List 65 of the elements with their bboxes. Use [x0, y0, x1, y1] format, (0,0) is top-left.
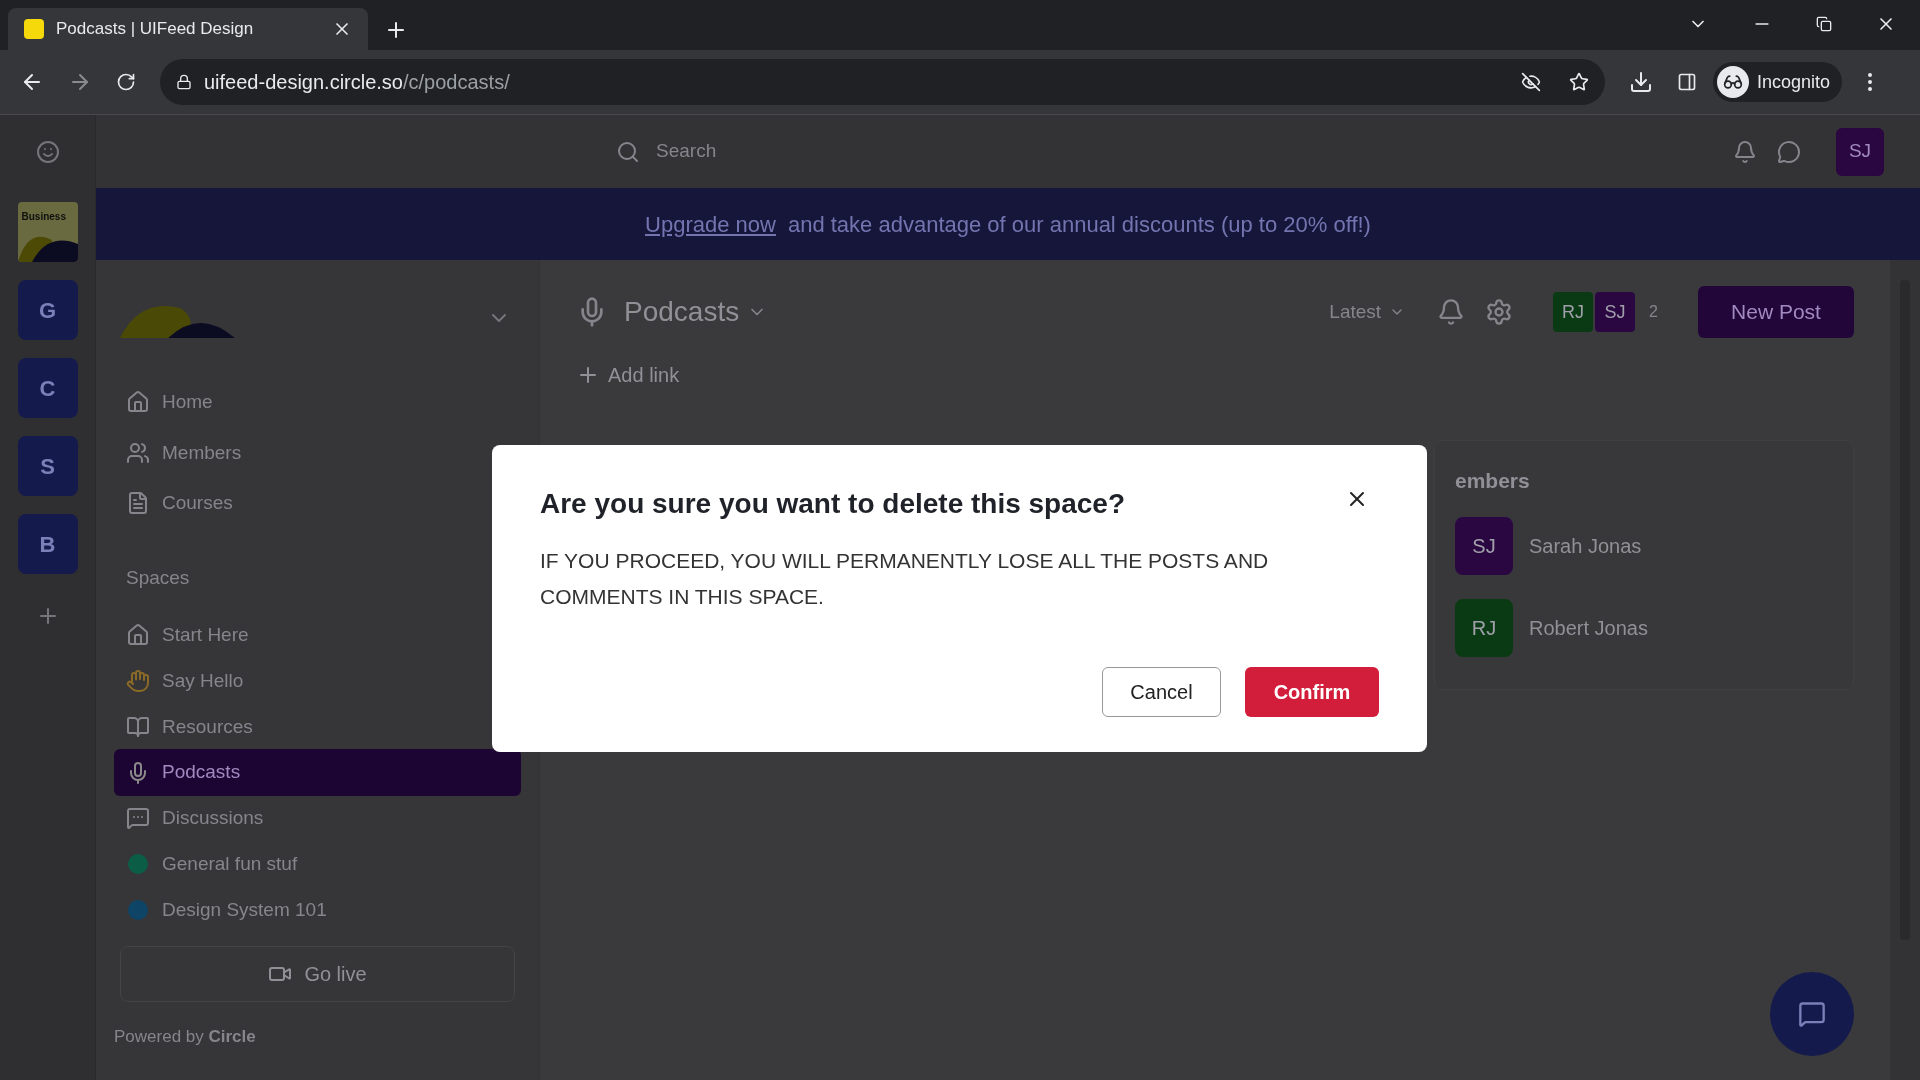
notifications-icon[interactable]	[1733, 139, 1757, 164]
favicon	[24, 19, 44, 39]
space-item[interactable]: Podcasts	[114, 749, 521, 796]
reload-icon[interactable]	[116, 72, 136, 92]
space-item[interactable]: Say Hello	[114, 670, 521, 692]
space-item[interactable]: Resources	[114, 716, 521, 738]
notifications-icon[interactable]	[1437, 298, 1466, 326]
nav-item[interactable]: Courses	[126, 489, 521, 518]
member-name: Robert Jonas	[1529, 615, 1648, 641]
dialog-title: Are you sure you want to delete this space?	[540, 487, 1126, 521]
space-item[interactable]: Design System 101	[114, 899, 521, 921]
upgrade-link[interactable]: Upgrade now	[645, 207, 776, 241]
search-field[interactable]: Search	[616, 137, 1036, 166]
community-button[interactable]: S	[17, 436, 78, 496]
lock-icon	[176, 74, 192, 90]
chat-bubble-icon	[1798, 1000, 1826, 1028]
space-item[interactable]: Discussions	[114, 807, 521, 829]
cancel-button[interactable]: Cancel	[1102, 667, 1221, 717]
member-avatar: RJ	[1455, 598, 1513, 657]
new-post-button[interactable]: New Post	[1698, 286, 1854, 338]
address-bar[interactable]: uifeed-design.circle.so/c/podcasts/	[160, 59, 1605, 105]
community-button[interactable]: C	[17, 358, 78, 418]
book-icon	[126, 715, 150, 739]
url-text: uifeed-design.circle.so/c/podcasts/	[204, 70, 511, 95]
home-icon	[126, 390, 150, 415]
speech-bubble-icon	[126, 806, 150, 830]
card-title: embers	[1455, 468, 1531, 494]
community-button[interactable]: G	[17, 280, 78, 340]
hand-icon	[126, 669, 150, 693]
emoji-icon[interactable]	[35, 139, 60, 164]
download-icon[interactable]	[1629, 70, 1653, 94]
powered-by-text: Powered by Circle	[114, 1026, 257, 1048]
space-item[interactable]: General fun stuf	[114, 853, 521, 875]
nav-item[interactable]: Home	[126, 388, 521, 417]
section-heading: Spaces	[125, 565, 191, 590]
people-icon	[126, 440, 150, 465]
chat-icon[interactable]	[1777, 139, 1801, 164]
member-count: 2	[1649, 302, 1658, 322]
member-name: Sarah Jonas	[1529, 533, 1642, 559]
sort-dropdown[interactable]: Latest	[1329, 297, 1406, 327]
browser-tab[interactable]: Podcasts | UIFeed Design	[8, 8, 368, 50]
user-avatar[interactable]: SJ	[1836, 127, 1884, 176]
house-icon	[126, 623, 150, 647]
settings-icon[interactable]	[1485, 298, 1514, 326]
banner-text: and take advantage of our annual discounts (up to 20% off!)	[787, 210, 1371, 239]
bookmark-star-icon[interactable]	[1569, 72, 1589, 92]
member-avatar: RJ	[1553, 292, 1594, 332]
space-title: Podcasts	[624, 295, 740, 329]
community-button[interactable]: B	[17, 514, 78, 574]
member-avatar: SJ	[1595, 292, 1636, 332]
restore-icon[interactable]	[1816, 16, 1832, 32]
side-panel-icon[interactable]	[1677, 72, 1697, 92]
eye-off-icon[interactable]	[1521, 72, 1541, 92]
add-link-button[interactable]: Add link	[576, 360, 680, 390]
profile-chip[interactable]: Incognito	[1713, 62, 1843, 102]
space-item[interactable]: Start Here	[114, 624, 521, 646]
dialog-message: IF YOU PROCEED, YOU WILL PERMANENTLY LOSE ALL THE POSTS AND COMMENTS IN THIS SPACE.	[540, 548, 1270, 610]
nav-item[interactable]: Members	[126, 438, 521, 467]
go-live-button[interactable]: Go live	[120, 946, 515, 1002]
document-icon	[126, 491, 150, 516]
member-avatar: SJ	[1455, 516, 1513, 575]
confirm-button[interactable]: Confirm	[1245, 667, 1379, 717]
incognito-icon	[1723, 72, 1743, 92]
community-thumbnail[interactable]: Business	[17, 202, 78, 262]
search-icon	[616, 139, 640, 164]
